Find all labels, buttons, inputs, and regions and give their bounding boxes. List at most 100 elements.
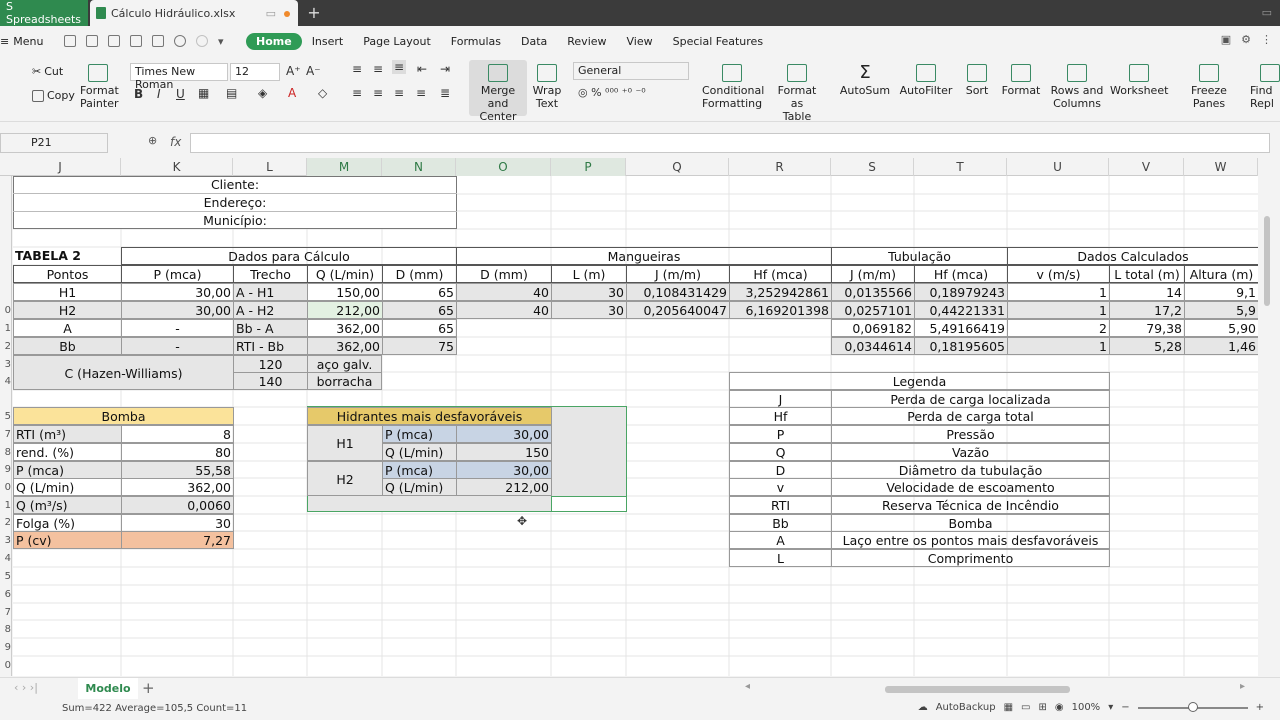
hidrante-value[interactable]: 212,00 [456, 478, 552, 496]
align-middle-icon[interactable]: ≡ [373, 62, 383, 76]
col-title-pontos[interactable]: Pontos [13, 265, 122, 283]
table-cell[interactable]: 9,1 [1184, 283, 1258, 301]
address-label[interactable]: Endereço: [13, 194, 457, 212]
row-header[interactable]: 5 [0, 408, 12, 426]
table-cell[interactable]: 0,18979243 [914, 283, 1008, 301]
row-header[interactable]: 1 [0, 320, 12, 338]
wrap-text-button[interactable]: Wrap Text [530, 64, 564, 110]
hazen-value-1[interactable]: 120 [233, 355, 308, 373]
table-cell[interactable]: 0,0135566 [831, 283, 915, 301]
column-header[interactable]: W [1184, 158, 1258, 176]
bomba-value[interactable]: 80 [121, 443, 234, 461]
hidrante-value[interactable]: 150 [456, 443, 552, 461]
table-cell[interactable]: 3,252942861 [729, 283, 832, 301]
tab-special-features[interactable]: Special Features [663, 33, 773, 50]
group-header-dados-calculados[interactable]: Dados Calculados [1007, 247, 1258, 265]
table-cell[interactable]: 0,44221331 [914, 301, 1008, 319]
format-button[interactable]: Format [998, 64, 1044, 97]
bomba-label[interactable]: Q (m³/s) [13, 496, 122, 514]
scroll-left-icon[interactable]: ◂ [745, 681, 750, 692]
table-cell[interactable]: 40 [456, 301, 552, 319]
align-left-icon[interactable]: ≡ [352, 86, 362, 100]
table-cell[interactable]: 17,2 [1109, 301, 1185, 319]
currency-icon[interactable]: ◎ % ⁰⁰⁰ ⁺⁰ ⁻⁰ [578, 86, 646, 99]
row-header[interactable] [0, 176, 12, 194]
row-header[interactable]: 6 [0, 586, 12, 604]
tab-review[interactable]: Review [557, 33, 616, 50]
merge-and-center-button[interactable]: Merge and Center [470, 64, 526, 123]
align-top-icon[interactable]: ≡ [352, 62, 362, 76]
redo-icon[interactable] [196, 35, 208, 47]
bomba-label[interactable]: Folga (%) [13, 514, 122, 532]
hidrante-param[interactable]: P (mca) [382, 425, 457, 443]
collapse-ribbon-icon[interactable]: ▣ [1221, 33, 1231, 46]
chevron-down-icon[interactable]: ▾ [218, 35, 230, 48]
print-icon[interactable] [108, 35, 120, 47]
col-title-trecho[interactable]: Trecho [233, 265, 308, 283]
row-header[interactable]: 5 [0, 568, 12, 586]
export-pdf-icon[interactable] [130, 35, 142, 47]
table-cell[interactable]: 1 [1007, 283, 1110, 301]
justify-icon[interactable]: ≡ [416, 86, 426, 100]
hidrante-param[interactable]: Q (L/min) [382, 443, 457, 461]
row-header[interactable]: 0 [0, 302, 12, 320]
find-replace-button[interactable]: Find Repl [1250, 64, 1280, 110]
table-cell[interactable]: 2 [1007, 319, 1110, 337]
tab-data[interactable]: Data [511, 33, 557, 50]
table-cell[interactable]: 1 [1007, 301, 1110, 319]
col-title-t-hf[interactable]: Hf (mca) [914, 265, 1008, 283]
legend-desc[interactable]: Reserva Técnica de Incêndio [831, 496, 1110, 514]
legend-key[interactable]: Hf [729, 407, 832, 425]
legend-desc[interactable]: Velocidade de escoamento [831, 478, 1110, 496]
legend-key[interactable]: v [729, 478, 832, 496]
table-cell[interactable]: RTI - Bb [233, 337, 308, 355]
bomba-value[interactable]: 7,27 [121, 531, 234, 549]
col-title-l-total[interactable]: L total (m) [1109, 265, 1185, 283]
bomba-label[interactable]: Q (L/min) [13, 478, 122, 496]
copy-button[interactable]: Copy [32, 89, 75, 102]
column-header[interactable]: K [121, 158, 233, 176]
gear-icon[interactable]: ⚙ [1241, 33, 1251, 46]
row-header[interactable]: 1 [0, 497, 12, 515]
scroll-right-icon[interactable]: ▸ [1240, 681, 1245, 692]
number-format-select[interactable]: General [573, 62, 689, 80]
row-header[interactable]: 3 [0, 532, 12, 550]
active-cell[interactable] [551, 496, 627, 512]
cut-button[interactable]: ✂ Cut [32, 65, 63, 78]
decrease-font-icon[interactable]: A⁻ [306, 64, 321, 78]
distributed-icon[interactable]: ≣ [440, 86, 450, 100]
tab-page-layout[interactable]: Page Layout [353, 33, 441, 50]
tab-home[interactable]: Home [246, 32, 302, 50]
table-cell[interactable]: Bb [13, 337, 122, 355]
table-cell[interactable]: 5,90 [1184, 319, 1258, 337]
table-cell[interactable]: Bb - A [233, 319, 308, 337]
column-header[interactable]: R [729, 158, 831, 176]
col-title-m-l[interactable]: L (m) [551, 265, 627, 283]
bomba-value[interactable]: 30 [121, 514, 234, 532]
hazen-material-2[interactable]: borracha [307, 372, 382, 390]
font-name-select[interactable]: Times New Roman [130, 63, 228, 91]
table-cell[interactable]: 75 [382, 337, 457, 355]
hidrante-value[interactable]: 30,00 [456, 425, 552, 443]
format-as-table-button[interactable]: Format as Table [770, 64, 824, 123]
zoom-in-icon[interactable]: + [1256, 702, 1264, 713]
eye-icon[interactable]: ◉ [1055, 702, 1064, 713]
legend-key[interactable]: A [729, 531, 832, 549]
align-right-icon[interactable]: ≡ [394, 86, 404, 100]
table-cell[interactable]: 6,169201398 [729, 301, 832, 319]
table-cell[interactable]: 0,205640047 [626, 301, 730, 319]
legend-desc[interactable]: Vazão [831, 443, 1110, 461]
print-preview-icon[interactable] [152, 35, 164, 47]
row-header[interactable]: 2 [0, 338, 12, 356]
group-header-mangueiras[interactable]: Mangueiras [456, 247, 832, 265]
row-header[interactable]: 8 [0, 444, 12, 462]
tab-view[interactable]: View [617, 33, 663, 50]
save-icon[interactable] [86, 35, 98, 47]
group-header-tubulacao[interactable]: Tubulação [831, 247, 1008, 265]
legend-key[interactable]: RTI [729, 496, 832, 514]
col-title-v[interactable]: v (m/s) [1007, 265, 1110, 283]
col-title-d[interactable]: D (mm) [382, 265, 457, 283]
legend-desc[interactable]: Comprimento [831, 549, 1110, 567]
table-cell[interactable]: 0,108431429 [626, 283, 730, 301]
column-header[interactable]: O [456, 158, 551, 176]
